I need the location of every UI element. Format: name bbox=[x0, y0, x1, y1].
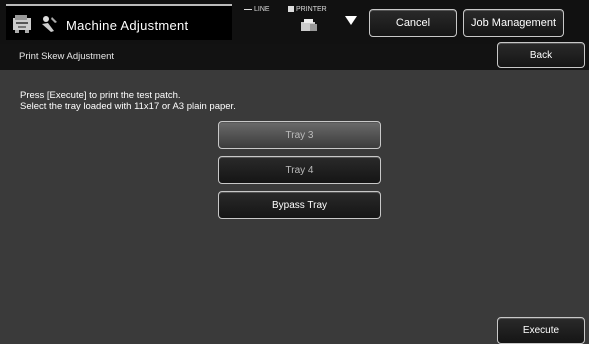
instruction-line-1: Press [Execute] to print the test patch. bbox=[20, 90, 181, 101]
instruction-line-2: Select the tray loaded with 11x17 or A3 … bbox=[20, 101, 236, 112]
printer-icon bbox=[300, 18, 318, 37]
instructions: Press [Execute] to print the test patch.… bbox=[20, 90, 236, 112]
title-box: Machine Adjustment bbox=[6, 4, 232, 40]
status-dropdown-button[interactable] bbox=[339, 10, 363, 34]
top-bar: Machine Adjustment LINE PRINTER Cancel J… bbox=[0, 0, 589, 44]
page-title: Print Skew Adjustment bbox=[19, 51, 115, 62]
printer-label: PRINTER bbox=[296, 6, 327, 13]
job-management-button[interactable]: Job Management bbox=[463, 9, 564, 37]
adjustment-tool-icon bbox=[39, 15, 59, 38]
tray-3-button[interactable]: Tray 3 bbox=[218, 121, 381, 149]
bypass-tray-button[interactable]: Bypass Tray bbox=[218, 191, 381, 219]
machine-icon bbox=[12, 14, 34, 39]
printer-indicator: PRINTER bbox=[288, 6, 327, 13]
execute-button[interactable]: Execute bbox=[497, 317, 585, 344]
window-title: Machine Adjustment bbox=[66, 18, 189, 33]
tray-4-button[interactable]: Tray 4 bbox=[218, 156, 381, 184]
back-button[interactable]: Back bbox=[497, 42, 585, 68]
line-label: LINE bbox=[254, 6, 270, 13]
cancel-button[interactable]: Cancel bbox=[369, 9, 457, 37]
dropdown-triangle-icon bbox=[344, 13, 358, 31]
line-indicator: LINE bbox=[244, 6, 270, 13]
